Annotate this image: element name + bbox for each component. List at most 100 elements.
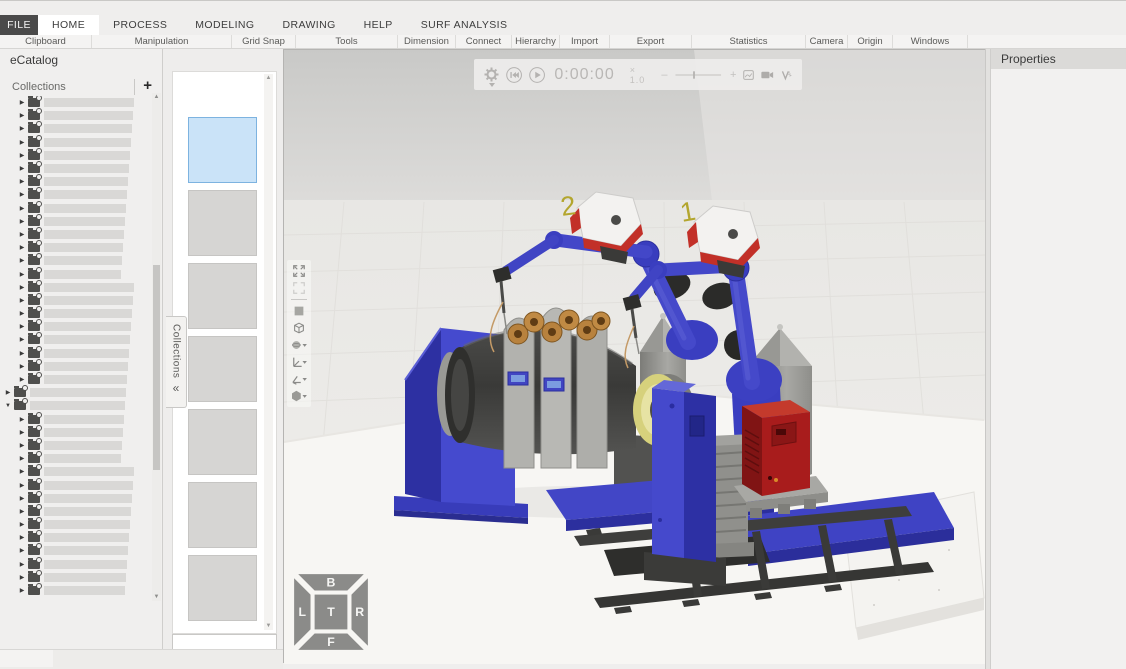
collection-tree-item[interactable]: ▶	[0, 307, 150, 320]
collection-tree-item[interactable]: ▶	[0, 215, 150, 228]
play-button[interactable]	[529, 64, 545, 86]
expand-arrow-icon[interactable]: ▶	[18, 429, 26, 436]
ribbon-group-export[interactable]: Export	[610, 35, 692, 48]
reset-rewind-button[interactable]	[506, 64, 522, 86]
expand-arrow-icon[interactable]: ▶	[18, 152, 26, 159]
collection-tree-item[interactable]: ▶	[0, 122, 150, 135]
collection-tree-item[interactable]: ▶	[0, 452, 150, 465]
collection-tree-item[interactable]: ▶	[0, 347, 150, 360]
ribbon-group-dimension[interactable]: Dimension	[398, 35, 456, 48]
expand-arrow-icon[interactable]: ▶	[18, 244, 26, 251]
collection-tree-item[interactable]: ▶	[0, 386, 150, 399]
ribbon-group-origin[interactable]: Origin	[848, 35, 893, 48]
tab-file[interactable]: FILE	[0, 15, 38, 35]
preview-thumbnail[interactable]	[188, 482, 257, 548]
ribbon-group-manipulation[interactable]: Manipulation	[92, 35, 232, 48]
expand-arrow-icon[interactable]: ▶	[18, 205, 26, 212]
collection-tree-item[interactable]: ▶	[0, 202, 150, 215]
tab-surf-analysis[interactable]: SURF ANALYSIS	[407, 15, 522, 35]
collapse-arrow-icon[interactable]: ▼	[4, 403, 12, 409]
3d-viewport[interactable]: 2	[283, 49, 985, 663]
tab-home[interactable]: HOME	[38, 15, 99, 35]
record-video-icon[interactable]	[761, 69, 774, 81]
preview-scrollbar[interactable]: ▲ ▼	[264, 74, 273, 630]
collection-tree-item[interactable]: ▶	[0, 320, 150, 333]
preview-thumbnail[interactable]	[188, 409, 257, 475]
speed-slider[interactable]	[674, 69, 723, 81]
ribbon-group-windows[interactable]: Windows	[893, 35, 968, 48]
collection-tree-item[interactable]: ▶	[0, 544, 150, 557]
collection-tree-item[interactable]: ▶	[0, 136, 150, 149]
scroll-down-icon[interactable]: ▼	[264, 623, 273, 629]
scrollbar-thumb[interactable]	[153, 265, 160, 470]
expand-arrow-icon[interactable]: ▶	[18, 271, 26, 278]
expand-arrow-icon[interactable]: ▶	[18, 363, 26, 370]
expand-arrow-icon[interactable]: ▶	[18, 574, 26, 581]
collection-tree-item[interactable]: ▶	[0, 241, 150, 254]
scroll-down-icon[interactable]: ▼	[152, 594, 161, 600]
expand-arrow-icon[interactable]: ▶	[18, 218, 26, 225]
coordinates-mode-button[interactable]	[288, 371, 310, 387]
collection-tree-item[interactable]: ▶	[0, 373, 150, 386]
view-cube[interactable]: B L T R F	[290, 570, 372, 654]
speed-slower-button[interactable]: –	[661, 69, 667, 81]
collection-tree-item[interactable]: ▶	[0, 175, 150, 188]
expand-arrow-icon[interactable]: ▶	[18, 495, 26, 502]
wireframe-mode-button[interactable]	[288, 320, 310, 336]
preview-thumbnail-selected[interactable]	[188, 117, 257, 183]
collection-tree-item[interactable]: ▶	[0, 426, 150, 439]
collection-tree-item[interactable]: ▶	[0, 149, 150, 162]
collection-tree-item[interactable]: ▶	[0, 505, 150, 518]
expand-arrow-icon[interactable]: ▶	[18, 561, 26, 568]
snapshot-icon[interactable]	[743, 68, 754, 82]
collection-tree-item[interactable]: ▶	[0, 281, 150, 294]
preview-thumbnail[interactable]	[188, 263, 257, 329]
ribbon-group-statistics[interactable]: Statistics	[692, 35, 806, 48]
collection-tree-item[interactable]: ▶	[0, 584, 150, 597]
expand-arrow-icon[interactable]: ▶	[18, 323, 26, 330]
collection-tree-item[interactable]: ▶	[0, 267, 150, 280]
preview-thumbnail[interactable]	[188, 336, 257, 402]
render-mode-button[interactable]	[288, 337, 310, 353]
fit-view-button[interactable]	[288, 263, 310, 279]
tab-process[interactable]: PROCESS	[99, 15, 181, 35]
ribbon-group-grid-snap[interactable]: Grid Snap	[232, 35, 296, 48]
expand-arrow-icon[interactable]: ▶	[18, 99, 26, 106]
collection-tree-item[interactable]: ▶	[0, 558, 150, 571]
collection-tree-item[interactable]: ▶	[0, 109, 150, 122]
expand-arrow-icon[interactable]: ▶	[18, 297, 26, 304]
collection-tree-item[interactable]: ▶	[0, 254, 150, 267]
fit-selected-button[interactable]	[288, 280, 310, 296]
expand-arrow-icon[interactable]: ▶	[18, 376, 26, 383]
ribbon-group-hierarchy[interactable]: Hierarchy	[512, 35, 560, 48]
ribbon-group-import[interactable]: Import	[560, 35, 610, 48]
collection-tree-item[interactable]: ▶	[0, 413, 150, 426]
collection-tree-item[interactable]: ▶	[0, 531, 150, 544]
expand-arrow-icon[interactable]: ▶	[18, 521, 26, 528]
collection-tree-item[interactable]: ▶	[0, 188, 150, 201]
collection-tree-item[interactable]: ▶	[0, 333, 150, 346]
collection-tree-item[interactable]: ▶	[0, 478, 150, 491]
simulation-settings-button[interactable]	[484, 67, 499, 82]
collection-tree-item[interactable]: ▶	[0, 571, 150, 584]
collection-tree-item[interactable]: ▶	[0, 465, 150, 478]
expand-arrow-icon[interactable]: ▶	[4, 389, 12, 396]
expand-arrow-icon[interactable]: ▶	[18, 587, 26, 594]
expand-arrow-icon[interactable]: ▶	[18, 178, 26, 185]
tab-help[interactable]: HELP	[350, 15, 407, 35]
expand-arrow-icon[interactable]: ▶	[18, 336, 26, 343]
expand-arrow-icon[interactable]: ▶	[18, 534, 26, 541]
3d-scene[interactable]: 2	[284, 50, 986, 664]
expand-arrow-icon[interactable]: ▶	[18, 468, 26, 475]
positioner-column-tower[interactable]	[644, 380, 726, 586]
scroll-up-icon[interactable]: ▲	[264, 75, 273, 81]
collections-collapse-tab[interactable]: Collections «	[166, 316, 187, 408]
expand-arrow-icon[interactable]: ▶	[18, 416, 26, 423]
preview-thumbnail[interactable]	[188, 555, 257, 621]
expand-arrow-icon[interactable]: ▶	[18, 257, 26, 264]
collection-tree-item[interactable]: ▼	[0, 399, 150, 412]
collection-tree-item[interactable]: ▶	[0, 492, 150, 505]
expand-arrow-icon[interactable]: ▶	[18, 455, 26, 462]
expand-arrow-icon[interactable]: ▶	[18, 284, 26, 291]
scroll-up-icon[interactable]: ▲	[152, 94, 161, 100]
